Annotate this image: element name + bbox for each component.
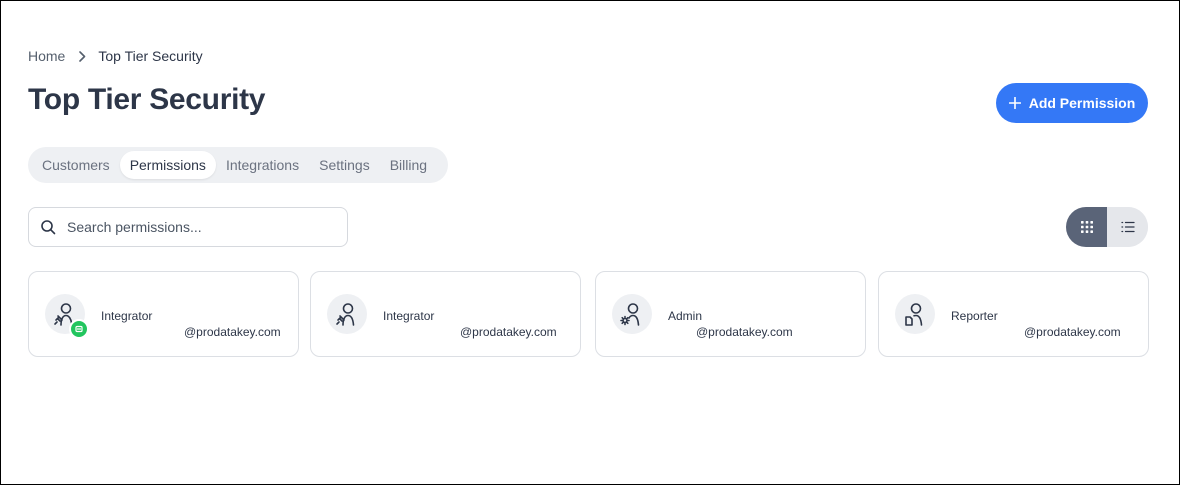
list-view-button[interactable] — [1107, 207, 1148, 247]
card-domain: @prodatakey.com — [184, 325, 281, 339]
permission-card[interactable]: Integrator @prodatakey.com — [28, 271, 299, 357]
chevron-right-icon — [79, 50, 86, 62]
tab-integrations[interactable]: Integrations — [216, 151, 309, 179]
tab-billing[interactable]: Billing — [380, 151, 437, 179]
search-icon — [40, 219, 56, 235]
permission-card[interactable]: Integrator @prodatakey.com — [310, 271, 581, 357]
tab-customers[interactable]: Customers — [32, 151, 120, 179]
permission-card[interactable]: Reporter @prodatakey.com — [878, 271, 1149, 357]
admin-gear-icon — [612, 294, 652, 334]
card-domain: @prodatakey.com — [696, 325, 793, 339]
integrator-icon — [327, 294, 367, 334]
card-role: Reporter — [951, 309, 998, 323]
grid-view-button[interactable] — [1066, 207, 1107, 247]
card-role: Integrator — [383, 309, 435, 323]
card-role: Admin — [668, 309, 703, 323]
grid-icon — [1080, 221, 1093, 233]
search-input[interactable] — [67, 219, 327, 235]
green-status-badge — [69, 319, 89, 339]
tab-settings[interactable]: Settings — [309, 151, 380, 179]
add-permission-button[interactable]: Add Permission — [996, 83, 1148, 123]
card-role: Integrator — [101, 309, 153, 323]
reporter-icon — [895, 294, 935, 334]
breadcrumb-current: Top Tier Security — [98, 48, 203, 64]
list-icon — [1120, 221, 1135, 233]
search-box — [28, 207, 348, 247]
breadcrumb-home-link[interactable]: Home — [28, 48, 65, 64]
view-toggle — [1066, 207, 1148, 247]
card-domain: @prodatakey.com — [1024, 325, 1121, 339]
page-title: Top Tier Security — [28, 83, 266, 116]
card-domain: @prodatakey.com — [460, 325, 557, 339]
permission-card[interactable]: Admin @prodatakey.com — [595, 271, 866, 357]
tab-bar: Customers Permissions Integrations Setti… — [28, 147, 448, 183]
tab-permissions[interactable]: Permissions — [119, 151, 216, 179]
plus-icon — [1008, 97, 1021, 109]
breadcrumb: Home Top Tier Security — [28, 48, 203, 64]
add-permission-label: Add Permission — [1028, 95, 1136, 111]
